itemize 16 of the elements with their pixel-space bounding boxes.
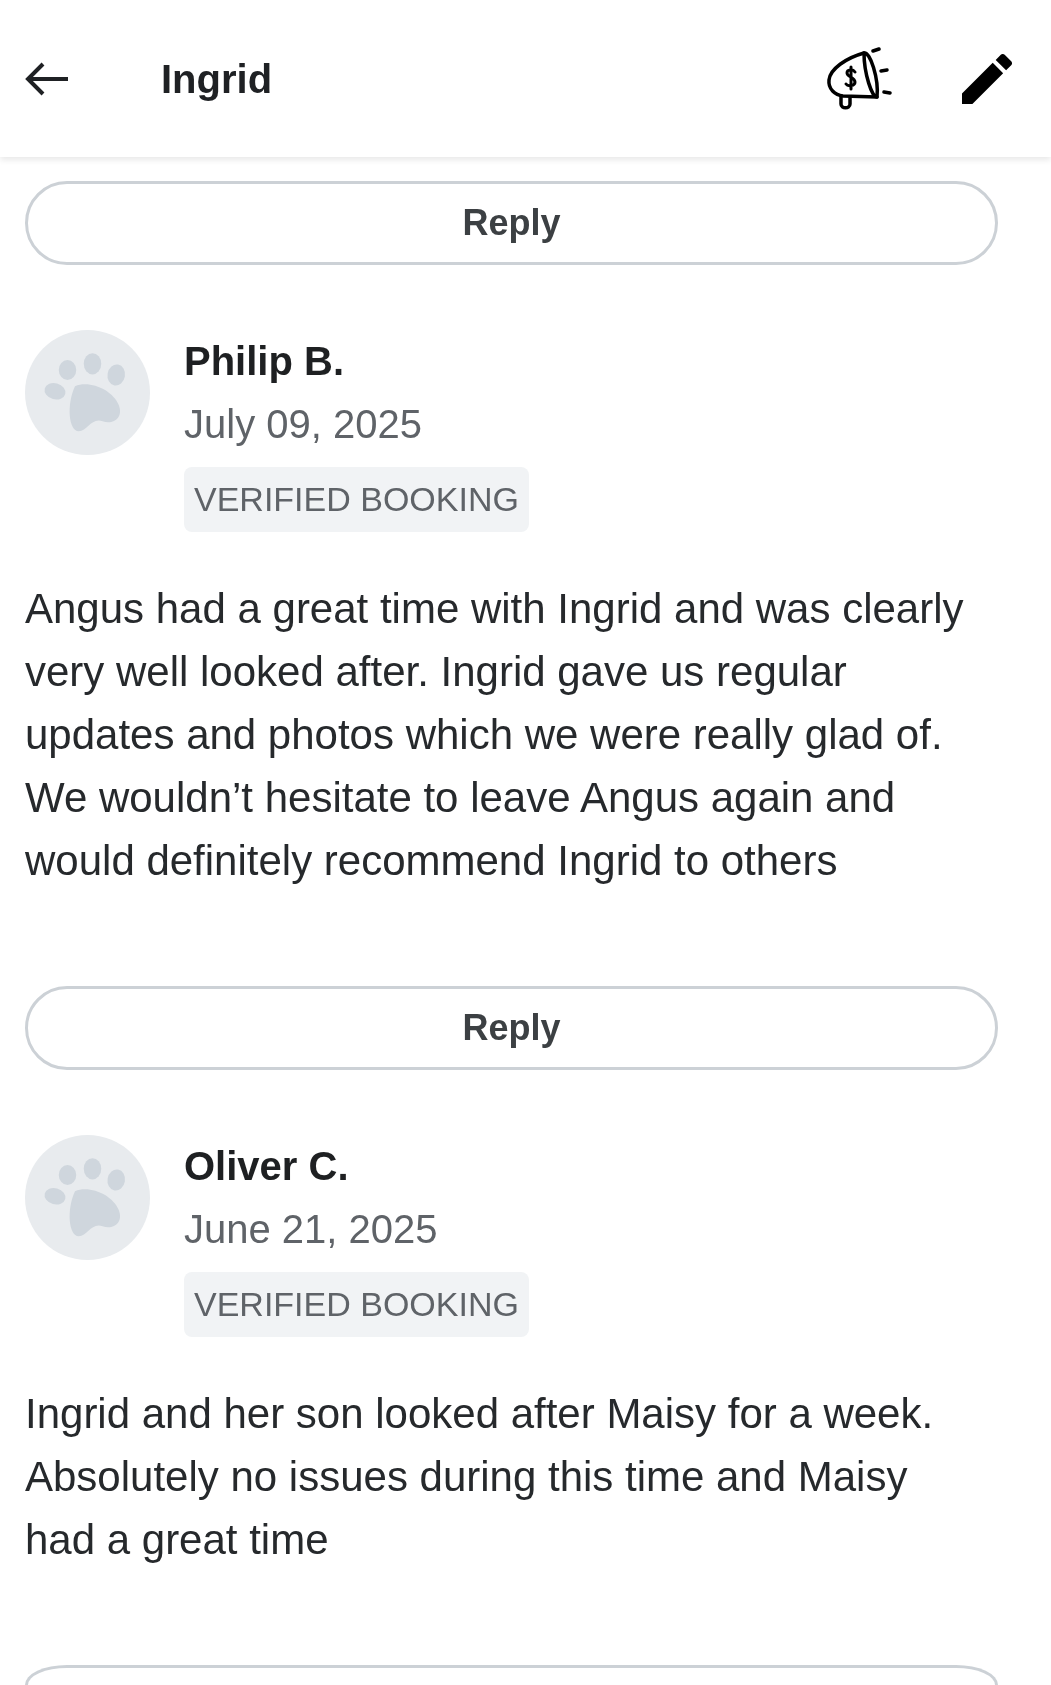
reviewer-name: Philip B. [184, 338, 344, 385]
review-date: July 09, 2025 [184, 401, 422, 448]
verified-booking-badge: VERIFIED BOOKING [184, 1272, 529, 1337]
paw-avatar-icon [25, 330, 150, 455]
review-text: Angus had a great time with Ingrid and was clearly very well looked after. Ingrid gave us regular updates and photos which we were really glad of. We wouldn’t hesitate to leave Angus again and would definitely recommend Ingrid to others [25, 584, 965, 886]
review-date: June 21, 2025 [184, 1206, 438, 1253]
reply-button[interactable]: Reply [25, 986, 998, 1070]
page-title: Ingrid [161, 55, 273, 103]
review-text: Ingrid and her son looked after Maisy for a week. Absolutely no issues during this time and Maisy had a great time [25, 1389, 935, 1565]
megaphone-dollar-icon[interactable] [826, 47, 892, 110]
back-arrow-icon[interactable] [24, 60, 70, 97]
paw-avatar-icon [25, 1135, 150, 1260]
reply-button[interactable]: Reply [25, 181, 998, 265]
reviewer-name: Oliver C. [184, 1143, 349, 1190]
pencil-edit-icon[interactable] [962, 53, 1012, 104]
verified-booking-badge: VERIFIED BOOKING [184, 467, 529, 532]
